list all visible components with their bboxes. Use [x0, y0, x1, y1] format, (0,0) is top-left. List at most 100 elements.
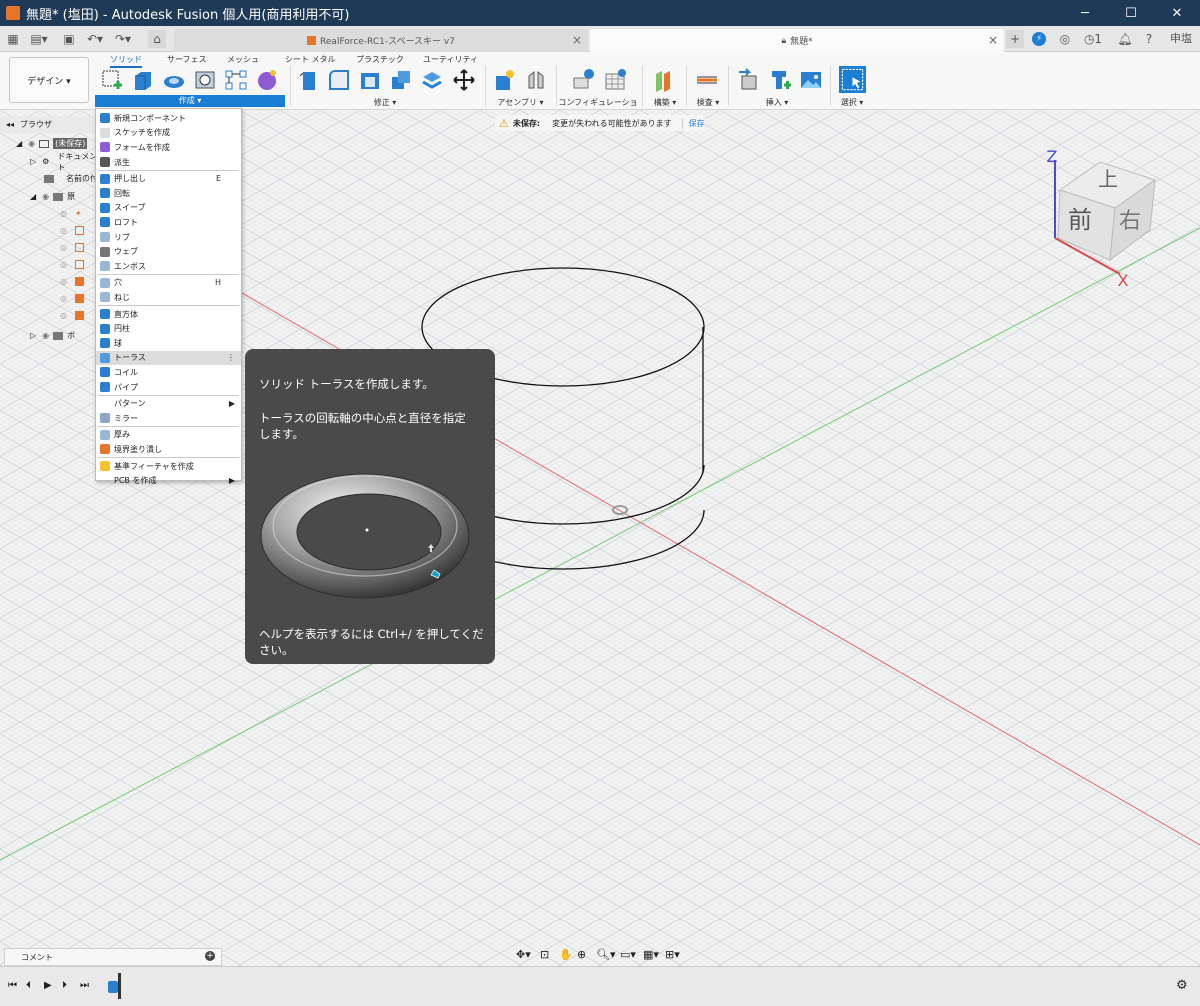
move-icon[interactable]	[452, 68, 476, 92]
save-link[interactable]: 保存	[681, 117, 705, 129]
menu-item-create-form[interactable]: フォームを作成	[96, 140, 241, 155]
zoom-icon[interactable]: ⊕	[577, 948, 586, 961]
view-cube-top-label[interactable]: 上	[1098, 167, 1118, 191]
viewports-icon[interactable]: ⊞▾	[665, 948, 680, 961]
notifications-icon[interactable]: 🔔︎	[1116, 30, 1134, 48]
workspace-switcher-button[interactable]: デザイン ▾	[9, 57, 89, 103]
new-component-icon[interactable]	[492, 68, 516, 92]
browser-row-origin[interactable]: ◢ ◉ 原	[0, 188, 100, 205]
close-tab-icon[interactable]: ×	[988, 33, 998, 47]
extensions-icon[interactable]: ⚡	[1032, 32, 1046, 46]
insert-mcmaster-icon[interactable]	[768, 68, 792, 92]
fillet-icon[interactable]	[327, 68, 351, 92]
menu-item-mirror[interactable]: ミラー	[96, 411, 241, 426]
save-icon[interactable]: ▣	[60, 30, 78, 48]
tab-solid[interactable]: ソリッド	[110, 54, 142, 68]
tab-realforce[interactable]: RealForce-RC1-スペースキー v7 ×	[174, 29, 588, 52]
browser-row-plane[interactable]: ◎	[0, 239, 100, 256]
modify-dropdown[interactable]: 修正 ▾	[360, 97, 410, 108]
menu-item-box[interactable]: 直方体	[96, 307, 241, 322]
menu-item-rib[interactable]: リブ	[96, 230, 241, 245]
more-options-icon[interactable]: ⋮	[227, 353, 235, 362]
select-dropdown[interactable]: 選択 ▾	[832, 97, 872, 108]
combine-icon[interactable]	[389, 68, 413, 92]
browser-row-named-views[interactable]: 名前の付	[0, 170, 100, 187]
menu-item-sweep[interactable]: スイープ	[96, 201, 241, 216]
browser-row-doc-settings[interactable]: ▷ ⚙ ドキュメント	[0, 152, 100, 172]
menu-item-sphere[interactable]: 球	[96, 336, 241, 351]
insert-canvas-icon[interactable]	[799, 68, 823, 92]
comments-panel[interactable]: コメント +	[4, 948, 222, 966]
browser-row-axis[interactable]: ◎	[0, 307, 100, 324]
expand-icon[interactable]: ▷	[30, 157, 36, 166]
menu-item-create-base-feature[interactable]: 基準フィーチャを作成	[96, 459, 241, 474]
redo-icon[interactable]: ↷▾	[114, 30, 132, 48]
visibility-eye-icon[interactable]: ◉	[42, 192, 49, 201]
play-icon[interactable]: ▶	[44, 980, 52, 991]
tab-mesh[interactable]: メッシュ	[227, 54, 259, 65]
go-to-end-icon[interactable]: ⏭	[80, 980, 89, 991]
configure-icon[interactable]	[571, 68, 595, 92]
press-pull-icon[interactable]	[297, 68, 321, 92]
visibility-eye-icon[interactable]: ◉	[42, 331, 49, 340]
timeline-marker[interactable]	[118, 973, 121, 999]
browser-row-origin-point[interactable]: ◎ ✦	[0, 205, 100, 222]
menu-item-extrude[interactable]: 押し出し E	[96, 171, 241, 186]
menu-item-derive[interactable]: 派生	[96, 155, 241, 170]
tab-sheet-metal[interactable]: シート メタル	[285, 54, 336, 65]
insert-derive-icon[interactable]	[737, 68, 761, 92]
menu-item-create-pcb[interactable]: PCB を作成 ▶	[96, 473, 241, 488]
browser-row-plane[interactable]: ◎	[0, 256, 100, 273]
view-cube-right-label[interactable]: 右	[1119, 209, 1141, 234]
menu-item-hole[interactable]: 穴H	[96, 276, 241, 291]
add-comment-icon[interactable]: +	[205, 951, 215, 961]
expand-icon[interactable]: ◢	[30, 192, 36, 201]
tab-surface[interactable]: サーフェス	[167, 54, 207, 65]
offset-face-icon[interactable]	[420, 68, 444, 92]
tab-plastic[interactable]: プラスチック	[356, 54, 404, 65]
apps-grid-icon[interactable]: ▦	[4, 30, 22, 48]
go-to-start-icon[interactable]: ⏮	[8, 980, 17, 991]
inspect-dropdown[interactable]: 検査 ▾	[688, 97, 728, 108]
construct-dropdown[interactable]: 構築 ▾	[645, 97, 685, 108]
history-icon[interactable]: ◷1	[1080, 30, 1106, 48]
tab-utility[interactable]: ユーティリティ	[423, 54, 478, 65]
browser-row-plane[interactable]: ◎	[0, 222, 100, 239]
menu-item-create-sketch[interactable]: スケッチを作成	[96, 126, 241, 141]
user-avatar[interactable]: 申塩	[1166, 30, 1196, 48]
configuration-table-icon[interactable]	[603, 68, 627, 92]
step-back-icon[interactable]: ⏴	[26, 980, 31, 991]
zoom-window-icon[interactable]: 🔍︎▾	[596, 948, 616, 961]
timeline-settings-icon[interactable]: ⚙	[1176, 978, 1188, 993]
create-dropdown[interactable]: 作成 ▾	[95, 95, 285, 107]
view-cube-front-label[interactable]: 前	[1068, 206, 1092, 234]
pan-icon[interactable]: ✋	[559, 948, 573, 961]
menu-item-revolve[interactable]: 回転	[96, 186, 241, 201]
job-status-icon[interactable]: ◎	[1056, 30, 1074, 48]
menu-item-loft[interactable]: ロフト	[96, 215, 241, 230]
select-icon[interactable]	[839, 66, 866, 93]
create-sketch-icon[interactable]	[100, 68, 124, 92]
create-form-icon[interactable]	[255, 68, 279, 92]
browser-row-bodies[interactable]: ▷ ◉ ボ	[0, 327, 100, 344]
close-button[interactable]: ✕	[1154, 6, 1200, 21]
menu-item-pipe[interactable]: パイプ	[96, 380, 241, 395]
menu-item-new-component[interactable]: 新規コンポーネント	[96, 111, 241, 126]
new-tab-icon[interactable]: +	[1006, 30, 1024, 48]
browser-header[interactable]: ◂◂ ブラウザ	[0, 116, 100, 133]
menu-item-torus[interactable]: トーラス ⋮	[96, 350, 241, 366]
visibility-eye-icon[interactable]: ◎	[60, 226, 67, 235]
shell-icon[interactable]	[358, 68, 382, 92]
browser-row-root[interactable]: ◢ ◉ (未保存)	[0, 135, 100, 152]
menu-item-coil[interactable]: コイル	[96, 365, 241, 380]
visibility-eye-icon[interactable]: ◎	[60, 294, 67, 303]
revolve-icon[interactable]	[162, 68, 186, 92]
display-settings-icon[interactable]: ▭▾	[620, 948, 636, 961]
menu-item-emboss[interactable]: エンボス	[96, 259, 241, 274]
menu-item-pattern[interactable]: パターン ▶	[96, 396, 241, 411]
collapse-icon[interactable]: ◂◂	[6, 120, 14, 129]
offset-plane-icon[interactable]	[652, 68, 676, 92]
look-at-icon[interactable]: ⊡	[540, 948, 549, 961]
expand-icon[interactable]: ▷	[30, 331, 36, 340]
menu-item-thread[interactable]: ねじ	[96, 290, 241, 305]
